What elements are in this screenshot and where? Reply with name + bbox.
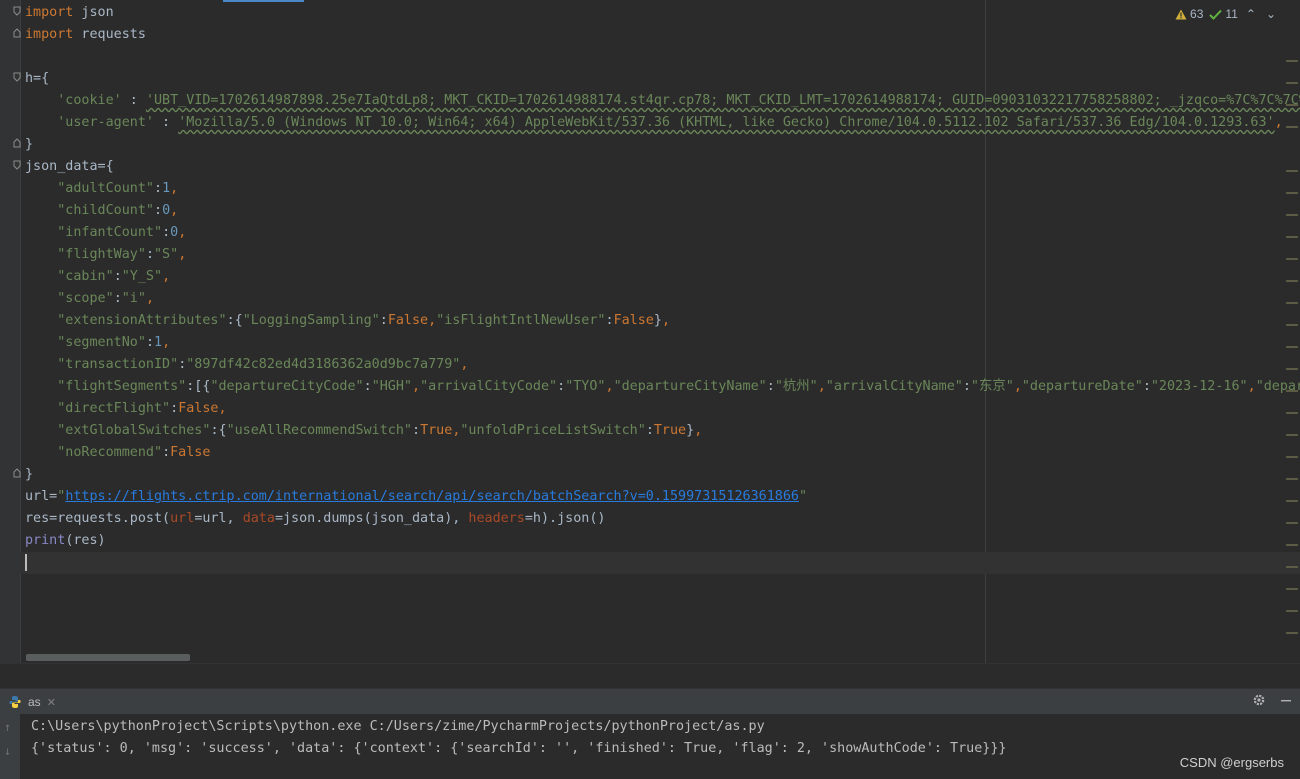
fold-marker-icon[interactable]	[13, 72, 21, 82]
code-line: "extGlobalSwitches":{"useAllRecommendSwi…	[57, 423, 703, 438]
arrow-down-icon[interactable]: ↓	[4, 744, 11, 758]
code-line: "flightWay":"S",	[57, 247, 187, 262]
checks-count: 11	[1225, 7, 1238, 21]
code-line: "adultCount":1,	[57, 181, 179, 196]
chevron-down-icon[interactable]: ⌄	[1264, 7, 1278, 21]
code-editor[interactable]: import json import requests h={ 'cookie'…	[0, 0, 1300, 663]
fold-marker-icon[interactable]	[13, 28, 21, 38]
current-line[interactable]	[20, 552, 1300, 574]
arrow-up-icon[interactable]: ↑	[4, 720, 11, 734]
inspection-widget[interactable]: 63 11 ⌃ ⌄	[1175, 6, 1278, 22]
code-line: import json	[25, 5, 114, 20]
code-line: url="https://flights.ctrip.com/internati…	[25, 489, 808, 504]
fold-marker-icon[interactable]	[13, 6, 21, 16]
code-line: "directFlight":False,	[57, 401, 227, 416]
code-line: res=requests.post(url=url, data=json.dum…	[25, 511, 606, 526]
run-tab[interactable]: as ✕	[8, 693, 56, 711]
gear-icon[interactable]	[1252, 693, 1266, 707]
console-output[interactable]: ↑ ↓ C:\Users\pythonProject\Scripts\pytho…	[0, 714, 1300, 779]
python-icon	[9, 696, 21, 708]
code-line: "infantCount":0,	[57, 225, 187, 240]
code-line: 'user-agent' : 'Mozilla/5.0 (Windows NT …	[57, 115, 1283, 130]
check-icon	[1209, 9, 1223, 20]
code-line: 'cookie' : 'UBT_VID=1702614987898.25e7Ia…	[57, 93, 1300, 108]
code-line: "flightSegments":[{"departureCityCode":"…	[57, 379, 1300, 394]
code-line: print(res)	[25, 533, 106, 548]
run-tab-label: as	[28, 695, 41, 709]
close-icon[interactable]: ✕	[47, 696, 56, 709]
text-caret	[25, 553, 27, 571]
chevron-up-icon[interactable]: ⌃	[1244, 7, 1258, 21]
checks-indicator[interactable]: 11	[1209, 7, 1238, 21]
code-line: "transactionID":"897df42c82ed4d3186362a0…	[57, 357, 469, 372]
console-gutter: ↑ ↓	[0, 714, 20, 779]
code-line: "scope":"i",	[57, 291, 154, 306]
url-link[interactable]: https://flights.ctrip.com/international/…	[65, 489, 799, 504]
console-result: {'status': 0, 'msg': 'success', 'data': …	[31, 741, 1007, 756]
code-line: "extensionAttributes":{"LoggingSampling"…	[57, 313, 670, 328]
code-line: }	[25, 137, 34, 152]
fold-marker-icon[interactable]	[13, 468, 21, 478]
warnings-count: 63	[1190, 7, 1204, 21]
run-toolbar: as ✕	[0, 688, 1300, 715]
console-command: C:\Users\pythonProject\Scripts\python.ex…	[31, 719, 765, 734]
code-line: "noRecommend":False	[57, 445, 211, 460]
code-line: h={	[25, 71, 50, 86]
code-line: import requests	[25, 27, 146, 42]
fold-marker-icon[interactable]	[13, 160, 21, 170]
warnings-indicator[interactable]: 63	[1175, 7, 1203, 21]
run-tools	[1252, 693, 1292, 707]
code-area[interactable]: import json import requests h={ 'cookie'…	[20, 2, 1300, 574]
code-line: json_data={	[25, 159, 114, 174]
warning-icon	[1175, 9, 1187, 19]
editor-gutter	[0, 0, 21, 663]
code-line: }	[25, 467, 34, 482]
fold-marker-icon[interactable]	[13, 138, 21, 148]
watermark: CSDN @ergserbs	[1179, 755, 1284, 770]
minimize-icon[interactable]	[1280, 694, 1292, 706]
code-line: "childCount":0,	[57, 203, 179, 218]
console-text: C:\Users\pythonProject\Scripts\python.ex…	[31, 716, 1006, 760]
vertical-scrollbar-markers[interactable]	[1286, 0, 1300, 663]
horizontal-scrollbar-thumb[interactable]	[26, 654, 190, 661]
panel-divider[interactable]	[0, 663, 1300, 689]
code-line: "cabin":"Y_S",	[57, 269, 171, 284]
code-line: "segmentNo":1,	[57, 335, 171, 350]
